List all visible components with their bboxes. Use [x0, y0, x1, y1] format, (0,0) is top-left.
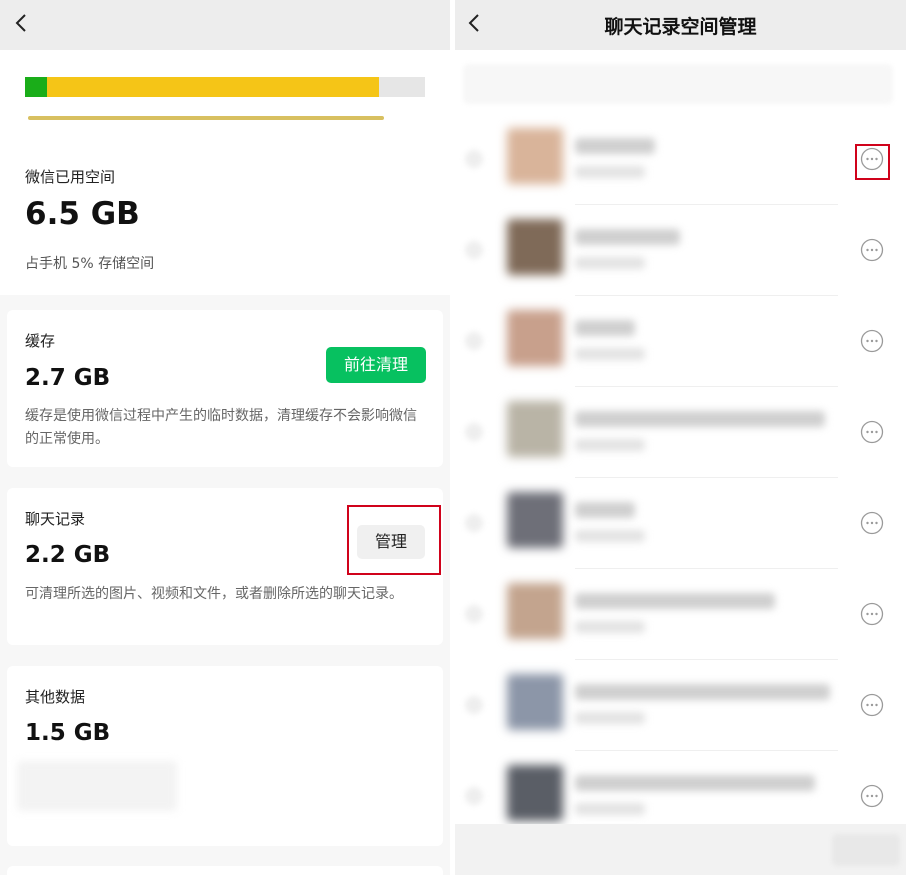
more-options-button[interactable] — [860, 511, 884, 535]
bottom-action-bar — [455, 824, 906, 875]
more-options-icon — [860, 329, 884, 353]
select-checkbox[interactable] — [465, 605, 483, 623]
avatar — [507, 583, 563, 639]
used-space-label: 微信已用空间 — [25, 168, 116, 186]
other-data-blurred-content — [17, 761, 177, 811]
chat-row[interactable] — [455, 478, 906, 569]
blurred-chat-size — [575, 803, 645, 815]
other-data-title: 其他数据 — [25, 688, 86, 706]
avatar — [507, 401, 563, 457]
blurred-chat-size — [575, 712, 645, 724]
back-button[interactable] — [10, 11, 34, 35]
more-options-button[interactable] — [860, 693, 884, 717]
blurred-chat-name — [575, 502, 635, 518]
blurred-chat-name — [575, 138, 655, 154]
cache-card: 缓存 2.7 GB 前往清理 缓存是使用微信过程中产生的临时数据，清理缓存不会影… — [7, 310, 443, 467]
select-checkbox[interactable] — [465, 787, 483, 805]
select-checkbox[interactable] — [465, 241, 483, 259]
blurred-chat-size — [575, 348, 645, 360]
used-space-subtitle: 占手机 5% 存储空间 — [25, 256, 155, 272]
blurred-chat-name — [575, 593, 775, 609]
blurred-chat-name — [575, 775, 815, 791]
chat-row[interactable] — [455, 569, 906, 660]
more-options-icon — [860, 602, 884, 626]
storage-usage-screen: 微信已用空间 6.5 GB 占手机 5% 存储空间 缓存 2.7 GB 前往清理… — [0, 0, 450, 875]
select-checkbox[interactable] — [465, 332, 483, 350]
chat-row[interactable] — [455, 660, 906, 751]
chat-row[interactable] — [455, 205, 906, 296]
blurred-chat-name — [575, 684, 830, 700]
avatar — [507, 310, 563, 366]
blurred-chat-size — [575, 621, 645, 633]
blurred-chat-name — [575, 229, 680, 245]
more-options-icon — [860, 511, 884, 535]
chat-history-size: 2.2 GB — [25, 542, 111, 568]
avatar — [507, 492, 563, 548]
manage-highlight-box — [347, 505, 441, 575]
cache-title: 缓存 — [25, 332, 56, 350]
blurred-chat-size — [575, 257, 645, 269]
select-checkbox[interactable] — [465, 150, 483, 168]
left-header — [0, 0, 450, 50]
storage-bar-other-segment — [47, 77, 379, 97]
chat-history-title: 聊天记录 — [25, 510, 86, 528]
chat-row[interactable] — [455, 296, 906, 387]
cache-description: 缓存是使用微信过程中产生的临时数据，清理缓存不会影响微信的正常使用。 — [25, 408, 417, 447]
other-data-size: 1.5 GB — [25, 720, 111, 746]
more-options-button[interactable] — [860, 784, 884, 808]
storage-bar-wechat-segment — [25, 77, 47, 97]
blurred-chat-size — [575, 439, 645, 451]
more-options-button[interactable] — [860, 238, 884, 262]
more-options-icon — [860, 693, 884, 717]
chat-history-description: 可清理所选的图片、视频和文件，或者删除所选的聊天记录。 — [25, 586, 403, 602]
storage-usage-bar — [25, 77, 425, 97]
blurred-action-button[interactable] — [832, 834, 900, 866]
more-options-icon — [860, 420, 884, 444]
right-header: 聊天记录空间管理 — [455, 0, 906, 50]
avatar — [507, 128, 563, 184]
more-options-button[interactable] — [860, 420, 884, 444]
more-options-highlight-box — [855, 144, 890, 180]
clear-cache-button[interactable]: 前往清理 — [326, 347, 426, 383]
cache-size: 2.7 GB — [25, 365, 111, 391]
select-checkbox[interactable] — [465, 423, 483, 441]
storage-bar-underline — [28, 116, 384, 120]
select-checkbox[interactable] — [465, 514, 483, 532]
chat-storage-management-screen: 聊天记录空间管理 — [455, 0, 906, 875]
chat-row[interactable] — [455, 387, 906, 478]
blurred-chat-name — [575, 411, 825, 427]
blurred-chat-name — [575, 320, 635, 336]
more-options-button[interactable] — [860, 602, 884, 626]
more-options-icon — [860, 784, 884, 808]
more-options-button[interactable] — [860, 329, 884, 353]
used-space-value: 6.5 GB — [25, 196, 140, 232]
select-checkbox[interactable] — [465, 696, 483, 714]
storage-summary: 微信已用空间 6.5 GB 占手机 5% 存储空间 — [0, 50, 450, 295]
avatar — [507, 765, 563, 821]
more-options-icon — [860, 238, 884, 262]
page-title: 聊天记录空间管理 — [604, 16, 757, 38]
chat-row[interactable] — [455, 114, 906, 205]
blurred-chat-size — [575, 166, 645, 178]
chevron-left-icon — [15, 14, 26, 32]
blurred-chat-size — [575, 530, 645, 542]
avatar — [507, 219, 563, 275]
blurred-search-area — [463, 64, 893, 104]
avatar — [507, 674, 563, 730]
other-data-card: 其他数据 1.5 GB — [7, 666, 443, 846]
next-card-edge — [7, 866, 443, 875]
